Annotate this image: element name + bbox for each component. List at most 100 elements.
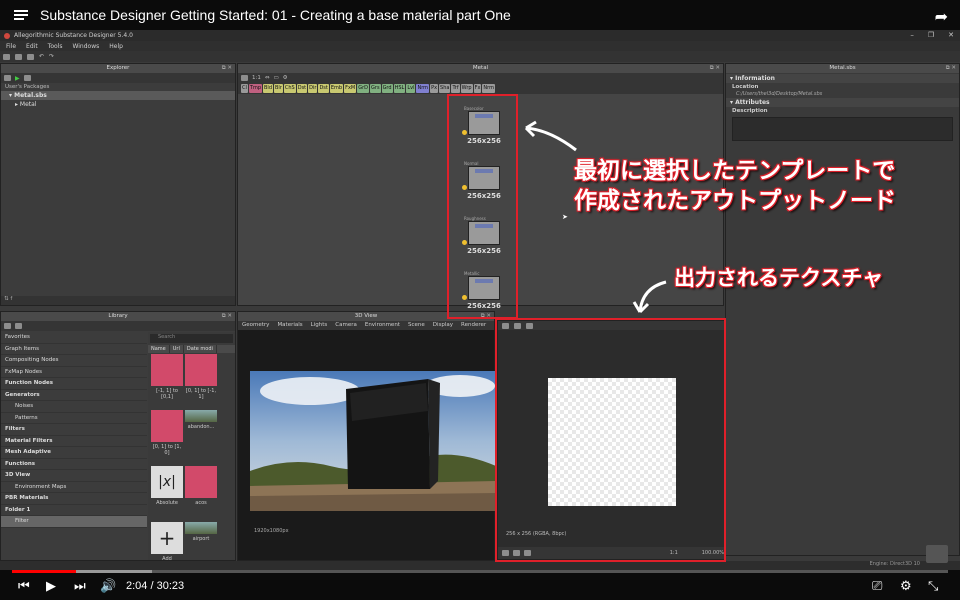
save-icon[interactable] [27,53,34,60]
node-button[interactable]: Nrm [482,84,495,93]
graph-zoom[interactable]: 1:1 [252,75,261,81]
library-tree-item[interactable]: Folder 1 [1,505,147,516]
col-date[interactable]: Date modi [184,345,217,353]
menu-windows[interactable]: Windows [72,43,99,50]
col-url[interactable]: Url [170,345,184,353]
library-item[interactable]: airport [184,522,218,542]
attributes-section[interactable]: ▾ Attributes [726,98,959,107]
library-tree-item[interactable]: Noises [1,401,147,413]
close-icon[interactable]: ✕ [948,31,954,39]
node-button[interactable]: FxM [344,84,357,93]
previous-icon[interactable]: ⏮ [18,579,30,594]
3d-view-menu-item[interactable]: Renderer [461,321,486,330]
new-package-icon[interactable] [3,53,10,60]
library-filter-icon[interactable] [15,323,22,329]
panel-controls-icon[interactable]: ⧉ ✕ [222,312,232,321]
library-tree-item[interactable]: Material Filters [1,436,147,447]
explorer-graph-item[interactable]: ▸ Metal [1,100,235,109]
menu-icon[interactable] [14,9,28,21]
col-name[interactable]: Name [148,345,170,353]
node-button[interactable]: Fx [473,84,482,93]
exit-fullscreen-icon[interactable]: ⤡ [928,579,938,594]
library-tree-item[interactable]: Patterns [1,413,147,424]
3d-view-menu-item[interactable]: Environment [365,321,400,330]
video-title[interactable]: Substance Designer Getting Started: 01 -… [40,7,511,23]
3d-view-menu-item[interactable]: Materials [277,321,302,330]
panel-controls-icon[interactable]: ⧉ ✕ [946,64,956,73]
fit-icon[interactable] [241,75,248,81]
library-item[interactable]: abandon... [184,410,218,430]
information-section[interactable]: ▾ Information [726,74,959,83]
settings-gear-icon[interactable]: ⚙ [900,579,912,594]
settings-icon[interactable]: ⚙ [283,75,288,81]
3d-view-menu-item[interactable]: Camera [335,321,357,330]
node-button[interactable]: Sha [439,84,451,93]
library-tree-item[interactable]: Favorites [1,332,147,344]
node-button[interactable]: ChS [283,84,296,93]
library-item[interactable]: acos [184,466,218,506]
node-button[interactable]: Grs [370,84,381,93]
volume-icon[interactable]: 🔊 [100,579,116,594]
library-item[interactable]: [0, 1] to [-1, 1] [184,354,218,400]
frame-icon[interactable]: ▭ [273,75,278,81]
3d-view-menu-item[interactable]: Geometry [242,321,269,330]
explorer-package-item[interactable]: ▾ Metal.sbs [1,91,235,100]
open-package-icon[interactable] [15,53,22,60]
library-tree-item[interactable]: Function Nodes [1,378,147,390]
library-tree-item[interactable]: Functions [1,459,147,470]
menu-file[interactable]: File [6,43,16,50]
panel-controls-icon[interactable]: ⧉ ✕ [710,64,720,73]
miniplayer-icon[interactable] [926,545,948,563]
library-item[interactable]: |x| Absolute [150,466,184,506]
align-icon[interactable]: ⇔ [265,75,270,81]
library-tree-item[interactable]: Environment Maps [1,482,147,493]
library-tree-item[interactable]: Filter [1,516,147,528]
node-button[interactable]: Cl [241,84,248,93]
restore-icon[interactable]: ❐ [928,31,934,39]
node-button[interactable]: Dir [308,84,318,93]
node-button[interactable]: Grd [381,84,393,93]
node-button[interactable]: Px [430,84,439,93]
3d-view-menu-item[interactable]: Lights [311,321,328,330]
library-view-icon[interactable] [4,323,11,329]
node-button[interactable]: Lvl [406,84,416,93]
menu-help[interactable]: Help [109,43,123,50]
library-tree-item[interactable]: Compositing Nodes [1,355,147,367]
node-button[interactable]: HSL [393,84,406,93]
node-button[interactable]: GrD [357,84,370,93]
undo-icon[interactable]: ↶ [39,53,44,60]
library-tree-item[interactable]: FxMap Nodes [1,367,147,378]
node-button[interactable]: Blr [274,84,283,93]
library-tree-item[interactable]: Generators [1,390,147,401]
3d-view-menu-item[interactable]: Scene [408,321,425,330]
captions-icon[interactable]: ⎚ [872,579,882,594]
node-button[interactable]: Trf [451,84,460,93]
panel-controls-icon[interactable]: ⧉ ✕ [222,64,232,73]
library-item[interactable]: [-1, 1] to [0,1] [150,354,184,400]
play-icon[interactable]: ▶ [15,75,20,82]
minimize-icon[interactable]: – [910,31,914,39]
library-tree-item[interactable]: PBR Materials [1,493,147,505]
node-button[interactable]: Bld [263,84,273,93]
redo-icon[interactable]: ↷ [49,53,54,60]
description-field[interactable] [732,117,953,141]
share-icon[interactable]: ➦ [935,7,948,26]
library-tree-item[interactable]: Filters [1,424,147,436]
node-button[interactable]: Dst [318,84,329,93]
library-tree-item[interactable]: Graph Items [1,344,147,355]
library-item[interactable]: [0, 1] to [1, 0] [150,410,184,456]
node-button[interactable]: Tmp [248,84,262,93]
library-tree-item[interactable]: 3D View [1,470,147,482]
library-search-input[interactable]: Search [150,334,233,343]
library-item[interactable]: + Add [150,522,184,562]
menu-edit[interactable]: Edit [26,43,38,50]
play-icon[interactable]: ▶ [46,579,56,594]
menu-tools[interactable]: Tools [48,43,63,50]
node-button[interactable]: Emb [329,84,344,93]
3d-viewport[interactable] [250,371,496,511]
library-tree-item[interactable]: Mesh Adaptive [1,447,147,459]
import-icon[interactable] [23,75,31,81]
node-button[interactable]: Nrm [416,84,430,93]
node-button[interactable]: Wrp [460,84,473,93]
3d-view-menu-item[interactable]: Display [433,321,453,330]
